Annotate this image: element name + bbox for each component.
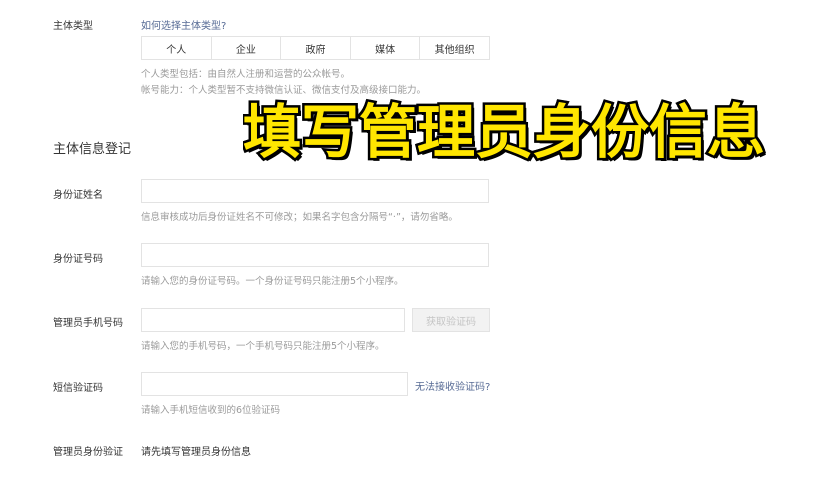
sms-code-hint: 请输入手机短信收到的6位验证码 [141, 405, 281, 416]
section-title: 主体信息登记 [53, 142, 132, 157]
id-number-label: 身份证号码 [53, 254, 103, 265]
subject-type-option-enterprise[interactable]: 企业 [212, 37, 282, 59]
subject-type-option-other-org[interactable]: 其他组织 [420, 37, 489, 59]
subject-type-selector: 个人 企业 政府 媒体 其他组织 [141, 36, 490, 60]
id-number-input[interactable] [141, 243, 489, 267]
overlay-caption: 填写管理员身份信息 [243, 96, 768, 168]
id-name-hint: 信息审核成功后身份证姓名不可修改；如果名字包含分隔号“·”，请勿省略。 [141, 212, 458, 223]
cannot-receive-code-link[interactable]: 无法接收验证码? [415, 378, 490, 393]
subject-type-option-media[interactable]: 媒体 [351, 37, 421, 59]
subject-type-label: 主体类型 [53, 21, 93, 32]
admin-verify-text: 请先填写管理员身份信息 [141, 447, 251, 458]
subject-type-hint-1: 个人类型包括：由自然人注册和运营的公众帐号。 [141, 69, 351, 80]
sms-code-label: 短信验证码 [53, 383, 103, 394]
get-code-button[interactable]: 获取验证码 [412, 308, 490, 332]
id-name-label: 身份证姓名 [53, 190, 103, 201]
admin-verify-label: 管理员身份验证 [53, 447, 123, 458]
subject-type-help-link[interactable]: 如何选择主体类型? [141, 17, 226, 32]
subject-type-option-government[interactable]: 政府 [281, 37, 351, 59]
phone-input[interactable] [141, 308, 405, 332]
id-number-hint: 请输入您的身份证号码。一个身份证号码只能注册5个小程序。 [141, 276, 404, 287]
sms-code-input[interactable] [141, 372, 408, 396]
subject-type-option-individual[interactable]: 个人 [142, 37, 212, 59]
phone-label: 管理员手机号码 [53, 318, 123, 329]
subject-type-hint-2: 帐号能力：个人类型暂不支持微信认证、微信支付及高级接口能力。 [141, 85, 427, 96]
phone-hint: 请输入您的手机号码，一个手机号码只能注册5个小程序。 [141, 341, 385, 352]
id-name-input[interactable] [141, 179, 489, 203]
